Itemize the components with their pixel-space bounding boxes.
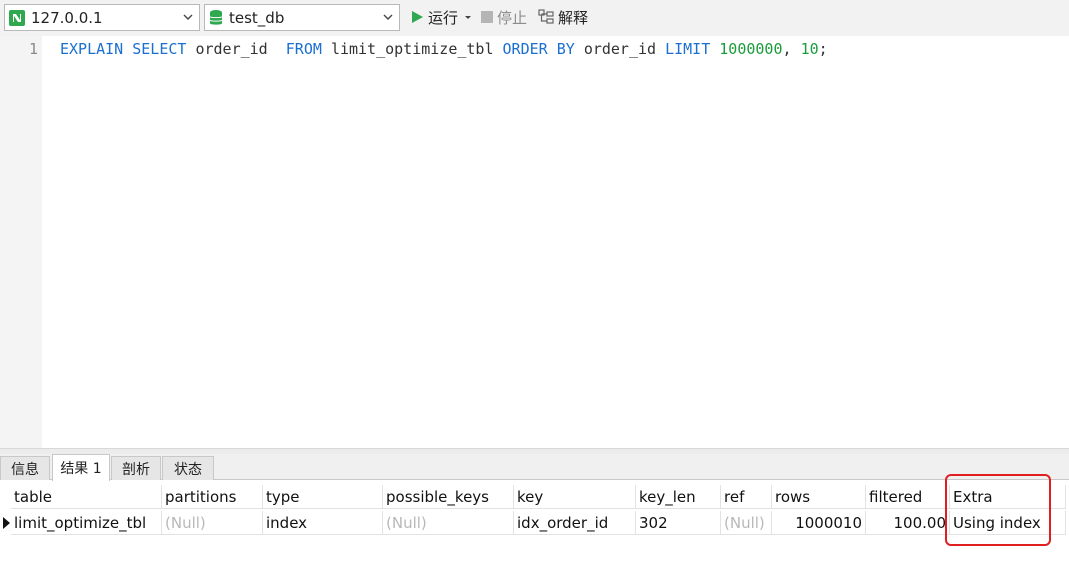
sql-identifier: order_id — [583, 40, 657, 58]
chevron-down-icon[interactable] — [181, 10, 195, 24]
database-label: test_db — [229, 8, 285, 27]
line-gutter: 1 — [0, 36, 42, 448]
column-header-possible-keys[interactable]: possible_keys — [383, 485, 514, 509]
tab-result-1[interactable]: 结果 1 — [52, 454, 110, 481]
dropdown-arrow-icon[interactable] — [463, 12, 473, 22]
column-header-key[interactable]: key — [514, 485, 636, 509]
column-header-type[interactable]: type — [263, 485, 383, 509]
sql-number: 1000000 — [719, 40, 783, 58]
cell-extra[interactable]: Using index — [950, 511, 1066, 535]
stop-icon — [481, 11, 493, 23]
run-button[interactable]: 运行 — [410, 6, 473, 28]
connection-label: 127.0.0.1 — [31, 8, 103, 27]
sql-keyword: LIMIT — [665, 40, 711, 58]
cell-key[interactable]: idx_order_id — [514, 511, 636, 535]
explain-icon — [538, 9, 554, 24]
results-grid[interactable]: table partitions type possible_keys key … — [0, 481, 1069, 578]
cell-key-len[interactable]: 302 — [636, 511, 721, 535]
connection-icon — [9, 9, 25, 26]
run-label: 运行 — [428, 8, 459, 27]
column-header-rows[interactable]: rows — [772, 485, 866, 509]
cell-rows[interactable]: 1000010 — [772, 511, 866, 535]
cell-ref[interactable]: (Null) — [721, 511, 772, 535]
stop-label: 停止 — [497, 8, 528, 27]
column-header-table[interactable]: table — [11, 485, 162, 509]
cell-partitions[interactable]: (Null) — [162, 511, 263, 535]
cell-table[interactable]: limit_optimize_tbl — [11, 511, 162, 535]
tab-info[interactable]: 信息 — [0, 456, 50, 480]
cell-filtered[interactable]: 100.00 — [866, 511, 950, 535]
sql-punctuation: , — [782, 40, 792, 58]
sql-keyword: SELECT — [132, 40, 187, 58]
play-icon — [412, 11, 423, 23]
cell-possible-keys[interactable]: (Null) — [383, 511, 514, 535]
sql-punctuation: ; — [818, 40, 828, 58]
sql-identifier: order_id — [195, 40, 268, 58]
connection-select[interactable]: 127.0.0.1 — [4, 4, 200, 31]
tab-status[interactable]: 状态 — [162, 456, 214, 480]
database-icon — [209, 9, 223, 27]
stop-button[interactable]: 停止 — [481, 6, 527, 28]
chevron-down-icon[interactable] — [381, 10, 395, 24]
sql-identifier: limit_optimize_tbl — [330, 40, 494, 58]
explain-label: 解释 — [558, 8, 589, 27]
column-header-key-len[interactable]: key_len — [636, 485, 721, 509]
column-header-filtered[interactable]: filtered — [866, 485, 950, 509]
toolbar: 127.0.0.1 test_db 运行 停止 解释 — [0, 0, 1069, 36]
sql-keyword: FROM — [285, 40, 322, 58]
line-number: 1 — [28, 40, 38, 58]
current-row-arrow-icon — [3, 517, 10, 529]
explain-button[interactable]: 解释 — [538, 6, 588, 28]
sql-number: 10 — [800, 40, 819, 58]
tab-profile[interactable]: 剖析 — [111, 456, 161, 480]
sql-editor[interactable]: 1 EXPLAIN SELECT order_id FROM limit_opt… — [0, 36, 1069, 448]
column-header-partitions[interactable]: partitions — [162, 485, 263, 509]
code-line[interactable]: EXPLAIN SELECT order_id FROM limit_optim… — [60, 40, 828, 58]
database-select[interactable]: test_db — [204, 4, 400, 31]
result-tabs: 信息 结果 1 剖析 状态 — [0, 454, 1069, 481]
sql-keyword: EXPLAIN — [60, 40, 124, 58]
cell-type[interactable]: index — [263, 511, 383, 535]
column-header-ref[interactable]: ref — [721, 485, 772, 509]
sql-keyword: ORDER BY — [502, 40, 575, 58]
column-header-extra[interactable]: Extra — [950, 485, 1066, 509]
